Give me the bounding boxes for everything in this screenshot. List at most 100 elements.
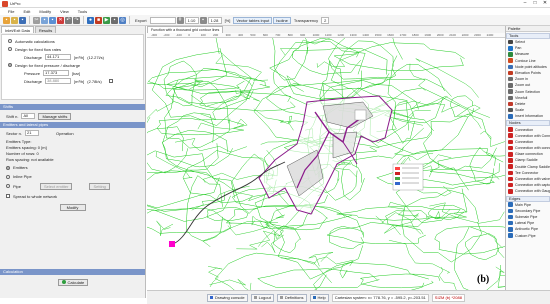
- emitters-option[interactable]: Emitters: [0, 163, 145, 172]
- ruler-tick: 100: [200, 33, 206, 37]
- pressure-field[interactable]: 17.373: [43, 70, 70, 76]
- design-flow-radio[interactable]: [8, 47, 12, 51]
- help-button[interactable]: Help: [309, 293, 329, 302]
- info-box[interactable]: [354, 109, 367, 121]
- palette-item-label: Connection with connector: [515, 146, 550, 151]
- spread-checkbox[interactable]: [6, 194, 10, 198]
- modify-button[interactable]: Modify: [59, 203, 86, 211]
- captor-icon: [508, 182, 513, 188]
- contour-line: [339, 261, 354, 279]
- transparency-label: Transparency: [293, 17, 319, 23]
- design-flow-option[interactable]: Design for fixed flow rates: [2, 45, 143, 53]
- automatic-label: Automatic calculations: [15, 38, 55, 44]
- grid-icon[interactable]: #: [176, 16, 184, 24]
- pressure-design-option[interactable]: Design for fixed pressure / discharge: [2, 61, 143, 69]
- minimize-button[interactable]: –: [520, 0, 530, 7]
- print-icon[interactable]: ▪: [111, 16, 118, 24]
- paste-icon[interactable]: ▪: [49, 16, 56, 24]
- discharge-field-1[interactable]: 44.171: [45, 54, 72, 60]
- palette-item-label: Zoom out: [515, 83, 531, 88]
- palette-item-label: Tee Connector: [515, 170, 539, 175]
- setting-button[interactable]: Setting: [89, 182, 110, 190]
- custom-pipe-icon: [508, 233, 513, 238]
- palette-item-label: Antivortic Pipe: [515, 227, 538, 232]
- pressure-design-label: Design for fixed pressure / discharge: [15, 62, 81, 68]
- pressure-design-radio[interactable]: [8, 63, 12, 67]
- menu-edit[interactable]: Edit: [23, 9, 30, 14]
- valve-icon: [508, 176, 513, 182]
- undo-icon[interactable]: ↶: [65, 16, 72, 24]
- contour-line: [495, 266, 505, 288]
- transparency-input[interactable]: 2: [321, 16, 330, 24]
- zoom-icon[interactable]: ◎: [119, 16, 126, 24]
- tab-results[interactable]: Results: [34, 26, 57, 33]
- logout-button[interactable]: Logout: [250, 293, 274, 302]
- menu-view[interactable]: View: [60, 9, 69, 14]
- emitters-option-label: Emitters: [13, 165, 28, 170]
- tab-map-view[interactable]: Function with a thousand grid contour li…: [147, 26, 224, 33]
- globe-icon[interactable]: ●: [87, 16, 94, 24]
- discharge-checkbox[interactable]: [108, 79, 113, 83]
- shift-select[interactable]: All: [21, 113, 36, 119]
- operation-select[interactable]: Operation: [56, 131, 74, 136]
- discharge-field-2[interactable]: 38.880: [45, 78, 72, 84]
- select-emitter-button[interactable]: Select emitter: [40, 182, 73, 190]
- ratio-icon[interactable]: ▪: [199, 16, 207, 24]
- cut-icon[interactable]: ✂: [33, 16, 40, 24]
- menu-file[interactable]: File: [8, 9, 14, 14]
- maximize-button[interactable]: □: [530, 0, 540, 7]
- inline-pipe-option[interactable]: Inline Pipe: [0, 172, 145, 181]
- isoline-button[interactable]: Isoline: [273, 16, 291, 24]
- palette-item-label: Connection with Gauge: [515, 189, 550, 194]
- save-icon[interactable]: ▪: [19, 16, 26, 24]
- automatic-radio[interactable]: [8, 39, 12, 43]
- sector-select[interactable]: 21: [25, 130, 40, 136]
- contour-line: [388, 239, 451, 274]
- palette-panel: Palette Tools Select Pan Measure Contour Lin…: [505, 26, 550, 290]
- shift-label: Shift n.: [6, 113, 19, 119]
- stop-icon[interactable]: ■: [95, 16, 102, 24]
- palette-item[interactable]: Custom Pipe: [506, 232, 550, 238]
- copy-icon[interactable]: ▪: [41, 16, 48, 24]
- drawing-console-button[interactable]: Drawing console: [207, 293, 248, 302]
- automatic-option[interactable]: Automatic calculations: [2, 37, 143, 45]
- menu-tools[interactable]: Tools: [78, 9, 87, 14]
- map-drawing[interactable]: (b): [147, 38, 505, 290]
- export-label[interactable]: Export: [133, 17, 149, 24]
- menu-modify[interactable]: Modify: [39, 9, 51, 14]
- map-canvas[interactable]: (b): [147, 38, 505, 290]
- palette-item[interactable]: Insert Information: [506, 113, 550, 119]
- export-field[interactable]: [149, 16, 176, 24]
- contour-line: [207, 266, 223, 288]
- palette-item-label: Connection: [515, 139, 534, 144]
- pipe-radio[interactable]: [6, 184, 10, 188]
- map-legend: [392, 163, 424, 191]
- calculate-button[interactable]: Calculate: [57, 278, 88, 286]
- new-file-icon[interactable]: ▪: [3, 16, 10, 24]
- palette-item-label: Main Pipe: [515, 202, 531, 207]
- contour-line: [438, 267, 457, 290]
- vector-tables-button[interactable]: Vector tables input: [233, 16, 273, 24]
- ruler-tick: 1500: [374, 33, 382, 37]
- delete-icon[interactable]: ✕: [57, 16, 64, 24]
- contour-line: [273, 41, 366, 106]
- run-icon[interactable]: ▶: [103, 16, 110, 24]
- inline-pipe-radio[interactable]: [6, 174, 10, 179]
- lateral-pipe-icon: [508, 220, 513, 226]
- manage-shifts-button[interactable]: Manage shifts: [38, 112, 72, 120]
- zoom-input[interactable]: 1:10: [184, 16, 199, 24]
- ruler-tick: 1200: [337, 33, 345, 37]
- emitters-radio[interactable]: [6, 165, 10, 170]
- close-button[interactable]: ✕: [540, 0, 550, 7]
- redo-icon[interactable]: ↷: [73, 16, 80, 24]
- palette-item-label: Zoom in: [515, 77, 528, 82]
- definitions-button[interactable]: Definitions: [276, 293, 307, 302]
- water-source-node[interactable]: [169, 241, 175, 247]
- tab-inlet-exit-data[interactable]: Inlet/Exit Data: [1, 26, 34, 33]
- palette-item[interactable]: Connection with Gauge: [506, 188, 550, 194]
- open-folder-icon[interactable]: ▪: [11, 16, 18, 24]
- glaze-icon: [508, 152, 513, 157]
- contour-line: [162, 112, 219, 171]
- spread-option[interactable]: Spread to whole network: [0, 191, 145, 201]
- scale-input[interactable]: 1:28: [207, 16, 222, 24]
